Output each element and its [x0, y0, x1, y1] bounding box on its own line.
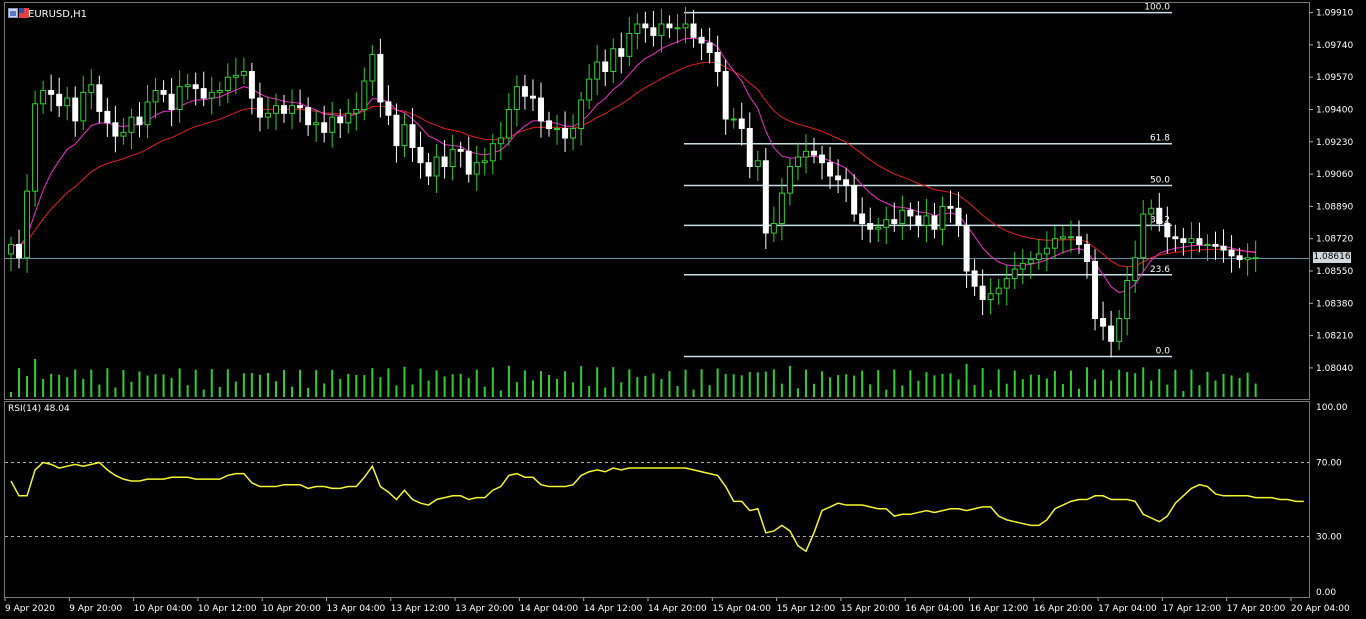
- chart-window-icon: [8, 8, 18, 18]
- time-axis-label: 13 Apr 12:00: [391, 604, 450, 614]
- time-axis-label: 16 Apr 20:00: [1034, 604, 1093, 614]
- price-axis-label: 1.08550: [1316, 267, 1353, 277]
- price-axis-label: 1.08380: [1316, 299, 1353, 309]
- time-axis-label: 15 Apr 12:00: [777, 604, 836, 614]
- current-price-tag: 1.08616: [1313, 252, 1351, 263]
- time-axis-label: 10 Apr 12:00: [198, 604, 257, 614]
- rsi-value-label: RSI(14) 48.04: [8, 404, 70, 414]
- time-axis-label: 17 Apr 20:00: [1227, 604, 1286, 614]
- time-axis-label: 17 Apr 12:00: [1162, 604, 1221, 614]
- price-axis-label: 1.08040: [1316, 364, 1353, 374]
- time-axis-label: 10 Apr 20:00: [262, 604, 321, 614]
- time-axis-label: 13 Apr 20:00: [455, 604, 514, 614]
- time-axis-label: 16 Apr 04:00: [905, 604, 964, 614]
- time-axis-label: 13 Apr 04:00: [327, 604, 386, 614]
- price-chart-panel[interactable]: [4, 2, 1310, 400]
- time-axis-label: 14 Apr 04:00: [519, 604, 578, 614]
- price-axis-label: 1.09570: [1316, 73, 1353, 83]
- price-axis-label: 1.09060: [1316, 170, 1353, 180]
- time-axis-label: 15 Apr 04:00: [712, 604, 771, 614]
- price-axis-label: 1.08210: [1316, 332, 1353, 342]
- time-axis-label: 17 Apr 04:00: [1098, 604, 1157, 614]
- price-axis-label: 1.08890: [1316, 202, 1353, 212]
- price-axis-label: 1.08720: [1316, 235, 1353, 245]
- time-axis-label: 15 Apr 20:00: [841, 604, 900, 614]
- price-axis-label: 1.09740: [1316, 41, 1353, 51]
- price-axis-label: 1.09400: [1316, 106, 1353, 116]
- symbol-timeframe-label: EURUSD,H1: [28, 9, 88, 20]
- rsi-axis-label: 30.00: [1316, 533, 1342, 543]
- time-axis-label: 9 Apr 2020: [5, 604, 55, 614]
- rsi-indicator-panel[interactable]: [4, 401, 1310, 598]
- rsi-axis-label: 70.00: [1316, 459, 1342, 469]
- rsi-axis-label: 0.00: [1316, 588, 1336, 598]
- rsi-axis-label: 100.00: [1316, 403, 1348, 413]
- time-axis-label: 20 Apr 04:00: [1291, 604, 1350, 614]
- time-axis-label: 9 Apr 20:00: [69, 604, 122, 614]
- price-axis-label: 1.09910: [1316, 9, 1353, 19]
- time-axis-label: 10 Apr 04:00: [134, 604, 193, 614]
- price-axis-label: 1.09230: [1316, 138, 1353, 148]
- time-axis-label: 14 Apr 12:00: [584, 604, 643, 614]
- time-axis-label: 16 Apr 12:00: [970, 604, 1029, 614]
- time-axis-label: 14 Apr 20:00: [648, 604, 707, 614]
